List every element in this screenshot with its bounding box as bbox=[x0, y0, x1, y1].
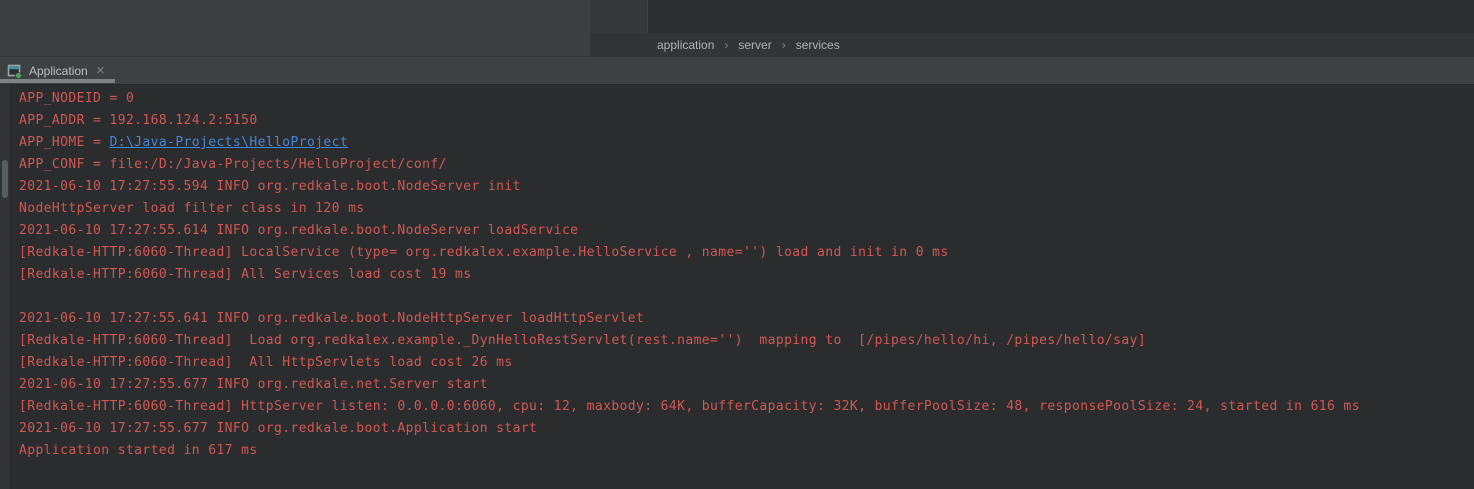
breadcrumb: application › server › services bbox=[590, 33, 1474, 57]
breadcrumb-item-application[interactable]: application bbox=[657, 38, 714, 52]
breadcrumb-item-server[interactable]: server bbox=[738, 38, 771, 52]
log-line: [Redkale-HTTP:6060-Thread] Load org.redk… bbox=[19, 330, 1474, 352]
log-line: 2021-06-10 17:27:55.677 INFO org.redkale… bbox=[19, 374, 1474, 396]
log-line: 2021-06-10 17:27:55.594 INFO org.redkale… bbox=[19, 176, 1474, 198]
log-text: APP_HOME = bbox=[19, 135, 110, 150]
chevron-right-icon: › bbox=[782, 38, 786, 52]
chevron-right-icon: › bbox=[724, 38, 728, 52]
log-line bbox=[19, 286, 1474, 308]
log-line: [Redkale-HTTP:6060-Thread] HttpServer li… bbox=[19, 396, 1474, 418]
editor-panel-right: application › server › services bbox=[590, 0, 1474, 57]
run-console-icon bbox=[7, 63, 23, 79]
file-link[interactable]: D:\Java-Projects\HelloProject bbox=[110, 135, 349, 150]
log-line: APP_NODEID = 0 bbox=[19, 88, 1474, 110]
log-line: 2021-06-10 17:27:55.614 INFO org.redkale… bbox=[19, 220, 1474, 242]
run-tool-window: application › server › services Application … bbox=[0, 0, 1474, 489]
log-line: APP_ADDR = 192.168.124.2:5150 bbox=[19, 110, 1474, 132]
console-panel[interactable]: APP_NODEID = 0APP_ADDR = 192.168.124.2:5… bbox=[0, 85, 1474, 489]
tab-application-label: Application bbox=[29, 64, 88, 78]
log-line: 2021-06-10 17:27:55.677 INFO org.redkale… bbox=[19, 418, 1474, 440]
editor-split-cell bbox=[590, 0, 648, 33]
log-line: [Redkale-HTTP:6060-Thread] All HttpServl… bbox=[19, 352, 1474, 374]
close-icon[interactable]: ✕ bbox=[96, 64, 105, 77]
log-line: NodeHttpServer load filter class in 120 … bbox=[19, 198, 1474, 220]
log-line: APP_HOME = D:\Java-Projects\HelloProject bbox=[19, 132, 1474, 154]
log-line: Application started in 617 ms bbox=[19, 440, 1474, 462]
log-line: [Redkale-HTTP:6060-Thread] LocalService … bbox=[19, 242, 1474, 264]
active-tab-underline bbox=[0, 79, 115, 83]
breadcrumb-item-services[interactable]: services bbox=[796, 38, 840, 52]
console-log: APP_NODEID = 0APP_ADDR = 192.168.124.2:5… bbox=[19, 88, 1474, 462]
log-line: [Redkale-HTTP:6060-Thread] All Services … bbox=[19, 264, 1474, 286]
log-line: 2021-06-10 17:27:55.641 INFO org.redkale… bbox=[19, 308, 1474, 330]
editor-top-strip bbox=[590, 0, 1474, 33]
console-gutter-scrollbar[interactable] bbox=[0, 85, 10, 489]
log-line: APP_CONF = file:/D:/Java-Projects/HelloP… bbox=[19, 154, 1474, 176]
scrollbar-thumb[interactable] bbox=[2, 160, 8, 198]
editor-panel-left bbox=[0, 0, 590, 57]
console-tab-bar: Application ✕ bbox=[0, 57, 1474, 85]
